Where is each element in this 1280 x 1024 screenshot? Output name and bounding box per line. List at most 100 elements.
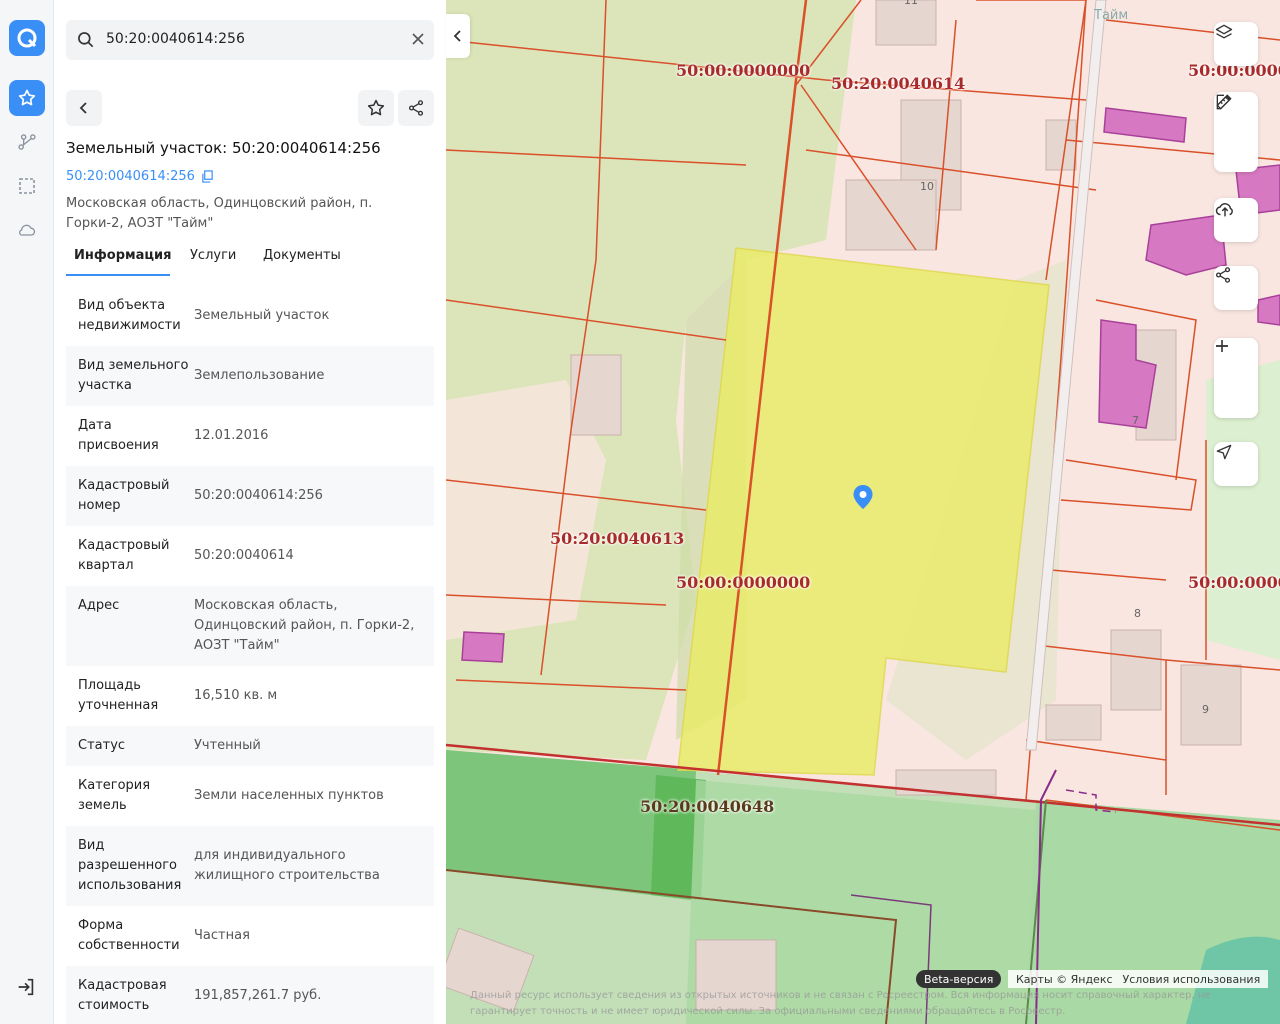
share-button[interactable] xyxy=(398,90,434,126)
route-rail-button[interactable] xyxy=(9,124,45,160)
row-value: Учтенный xyxy=(194,738,261,753)
row-key: Кадастровая стоимость xyxy=(78,978,167,1013)
table-row: Категория земель Земли населенных пунктов xyxy=(66,766,434,826)
zoom-out-button[interactable] xyxy=(1214,345,1258,414)
search-icon xyxy=(78,32,94,48)
share-icon xyxy=(1215,267,1231,283)
draw-button[interactable] xyxy=(1214,94,1258,168)
table-row: Дата присвоения 12.01.2016 xyxy=(66,406,434,466)
logout-icon xyxy=(18,978,34,996)
tab-services[interactable]: Услуги xyxy=(190,248,236,263)
row-value: Земельный участок xyxy=(194,308,330,323)
cadastral-number-link[interactable]: 50:20:0040614:256 xyxy=(66,169,214,184)
cadastral-label: 50:20:0040648 xyxy=(640,797,775,816)
search-input[interactable]: 50:20:0040614:256 xyxy=(106,31,245,47)
object-panel: 50:20:0040614:256 Земельный участок: 50:… xyxy=(54,0,446,1024)
row-value: 16,510 кв. м xyxy=(194,688,278,703)
table-row: Кадастровая стоимость 191,857,261.7 руб. xyxy=(66,966,434,1024)
row-value: 12.01.2016 xyxy=(194,428,269,443)
row-value: Землепользование xyxy=(194,368,325,383)
row-key: Кадастровый номер xyxy=(78,478,170,513)
table-row: Вид объекта недвижимости Земельный участо… xyxy=(66,286,434,346)
row-key: Площадь уточненная xyxy=(78,678,159,713)
table-row: Кадастровый номер 50:20:0040614:256 xyxy=(66,466,434,526)
select-area-rail-button[interactable] xyxy=(9,168,45,204)
row-key: Адрес xyxy=(78,598,120,613)
house-number: 9 xyxy=(1202,703,1209,716)
upload-button[interactable] xyxy=(1214,198,1258,242)
cadastral-label: 50:20:0040613 xyxy=(550,529,685,548)
tab-info[interactable]: Информация xyxy=(74,248,172,263)
search-box[interactable]: 50:20:0040614:256 xyxy=(66,20,434,60)
zoom-group xyxy=(1214,338,1258,418)
layers-button[interactable] xyxy=(1214,22,1258,66)
cadastral-label: 50:20:0040614 xyxy=(831,74,966,93)
tools-group xyxy=(1214,92,1258,172)
table-row: Площадь уточненная 16,510 кв. м xyxy=(66,666,434,726)
house-number: 10 xyxy=(920,180,934,193)
cadastral-map-layer[interactable] xyxy=(446,0,1280,1024)
table-row: Адрес Московская область, Одинцовский рай… xyxy=(66,586,434,666)
house-number: 7 xyxy=(1132,414,1139,427)
favorites-rail-button[interactable] xyxy=(9,80,45,116)
cadastral-number-text[interactable]: 50:20:0040614:256 xyxy=(66,169,195,184)
row-key: Вид земельного участка xyxy=(78,358,189,393)
star-icon xyxy=(18,89,36,106)
tab-bar: Информация Услуги Документы xyxy=(66,244,434,276)
back-button[interactable] xyxy=(66,90,102,126)
cadastral-label: 50:00:0000000 xyxy=(676,573,811,592)
house-number: 11 xyxy=(904,0,918,7)
cloud-rail-button[interactable] xyxy=(9,212,45,248)
row-key: Вид разрешенного использования xyxy=(78,838,182,893)
row-value: для индивидуального жилищного строительс… xyxy=(194,848,380,883)
page-title: Земельный участок: 50:20:0040614:256 xyxy=(66,139,381,157)
geolocate-button[interactable] xyxy=(1214,442,1258,486)
row-key: Форма собственности xyxy=(78,918,180,953)
nodes-icon xyxy=(18,134,36,150)
navigation-arrow-icon xyxy=(1216,444,1232,460)
favorite-button[interactable] xyxy=(358,90,394,126)
row-value: 50:20:0040614:256 xyxy=(194,488,323,503)
row-value: Земли населенных пунктов xyxy=(194,788,384,803)
row-value: 191,857,261.7 руб. xyxy=(194,988,322,1003)
row-key: Кадастровый квартал xyxy=(78,538,170,573)
info-table: Вид объекта недвижимости Земельный участо… xyxy=(66,286,434,1024)
logo-icon xyxy=(17,28,37,48)
chevron-left-icon xyxy=(453,30,461,42)
beta-badge: Beta-версия xyxy=(916,970,1002,988)
cadastral-label: 50:00:0000000 xyxy=(1188,573,1280,592)
table-row: Статус Учтенный xyxy=(66,726,434,766)
map-canvas[interactable]: 50:00:0000000 50:20:0040614 50:00:000000… xyxy=(446,0,1280,1024)
row-value: Частная xyxy=(194,928,250,943)
table-row: Вид земельного участка Землепользование xyxy=(66,346,434,406)
row-key: Статус xyxy=(78,738,126,753)
star-icon xyxy=(367,99,385,116)
table-row: Форма собственности Частная xyxy=(66,906,434,966)
left-rail xyxy=(0,0,54,1024)
disclaimer-text: Данный ресурс использует сведения из отк… xyxy=(470,990,1211,1017)
row-key: Вид объекта недвижимости xyxy=(78,298,181,333)
attribution-text[interactable]: Карты © Яндекс xyxy=(1016,973,1113,986)
map-share-button[interactable] xyxy=(1214,266,1258,310)
object-address: Московская область, Одинцовский район, п… xyxy=(66,196,373,231)
share-icon xyxy=(408,100,424,116)
terms-link[interactable]: Условия использования xyxy=(1123,973,1261,986)
row-value: 50:20:0040614 xyxy=(194,548,294,563)
close-icon[interactable] xyxy=(410,31,426,47)
edit-icon xyxy=(1216,94,1231,110)
tab-documents[interactable]: Документы xyxy=(263,248,341,263)
table-row: Вид разрешенного использования для индиви… xyxy=(66,826,434,906)
map-attribution: Карты © Яндекс Условия использования xyxy=(1008,970,1269,988)
cloud-icon xyxy=(18,224,36,236)
collapse-panel-button[interactable] xyxy=(446,14,470,58)
logout-button[interactable] xyxy=(15,976,37,1002)
table-row: Кадастровый квартал 50:20:0040614 xyxy=(66,526,434,586)
house-number: 8 xyxy=(1134,607,1141,620)
row-key: Категория земель xyxy=(78,778,151,813)
layers-icon xyxy=(1215,24,1233,39)
row-key: Дата присвоения xyxy=(78,418,159,453)
app-logo[interactable] xyxy=(9,20,45,56)
street-label: Тайм xyxy=(1094,8,1129,23)
cadastral-label: 50:00:0000000 xyxy=(676,61,811,80)
copy-icon[interactable] xyxy=(201,170,214,183)
